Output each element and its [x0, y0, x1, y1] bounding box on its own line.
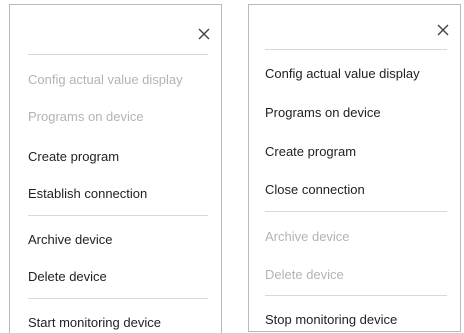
- menu-item-config-actual-value-display[interactable]: Config actual value display: [265, 66, 420, 82]
- context-menu-left: Config actual value display Programs on …: [9, 4, 222, 333]
- menu-divider: [265, 211, 447, 212]
- menu-divider: [28, 54, 208, 55]
- menu-divider: [28, 215, 208, 216]
- menu-item-programs-on-device[interactable]: Programs on device: [265, 105, 381, 121]
- menu-divider: [28, 298, 208, 299]
- menu-item-delete-device: Delete device: [265, 267, 344, 282]
- menu-item-archive-device[interactable]: Archive device: [28, 232, 113, 248]
- menu-item-create-program[interactable]: Create program: [28, 149, 119, 165]
- context-menu-right: Config actual value display Programs on …: [248, 4, 461, 332]
- menu-item-establish-connection[interactable]: Establish connection: [28, 186, 147, 202]
- menu-item-programs-on-device: Programs on device: [28, 109, 144, 124]
- menu-item-create-program[interactable]: Create program: [265, 144, 356, 160]
- menu-item-delete-device[interactable]: Delete device: [28, 269, 107, 285]
- close-button[interactable]: [434, 21, 452, 39]
- menu-item-stop-monitoring-device[interactable]: Stop monitoring device: [265, 312, 397, 328]
- screenshot-stage: Config actual value display Programs on …: [0, 0, 464, 333]
- menu-item-close-connection[interactable]: Close connection: [265, 182, 365, 198]
- menu-item-config-actual-value-display: Config actual value display: [28, 72, 183, 87]
- close-icon: [198, 28, 210, 40]
- close-button[interactable]: [195, 25, 213, 43]
- menu-item-start-monitoring-device[interactable]: Start monitoring device: [28, 315, 161, 331]
- menu-divider: [265, 49, 447, 50]
- menu-divider: [265, 295, 447, 296]
- menu-item-archive-device: Archive device: [265, 229, 350, 244]
- close-icon: [437, 24, 449, 36]
